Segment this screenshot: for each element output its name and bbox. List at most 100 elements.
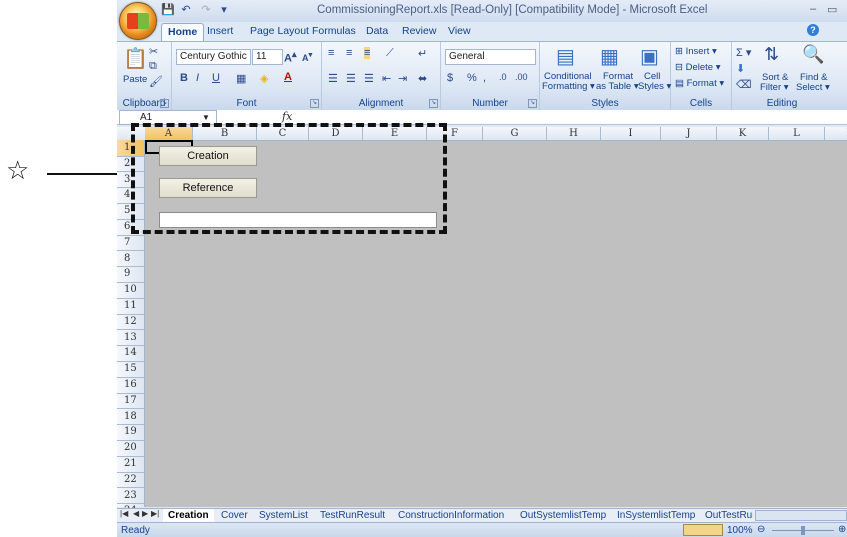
wrap-text-icon[interactable]: ↵: [418, 47, 427, 60]
row-header-22[interactable]: 22: [117, 472, 144, 489]
cell-styles-icon[interactable]: ▣: [640, 44, 659, 69]
italic-icon[interactable]: I: [196, 72, 199, 84]
format-cells-button[interactable]: ▤ Format ▾: [675, 78, 724, 89]
row-header-17[interactable]: 17: [117, 393, 144, 410]
paste-button[interactable]: Paste: [123, 74, 147, 85]
column-header-j[interactable]: J: [661, 127, 717, 140]
row-header-9[interactable]: 9: [117, 266, 144, 283]
horizontal-scrollbar[interactable]: [755, 510, 847, 521]
row-header-13[interactable]: 13: [117, 330, 144, 347]
last-sheet-icon[interactable]: ▶|: [151, 509, 159, 518]
row-header-12[interactable]: 12: [117, 314, 144, 331]
grow-font-icon[interactable]: A▴: [284, 49, 297, 65]
minimize-icon[interactable]: –: [810, 3, 816, 15]
row-header-20[interactable]: 20: [117, 440, 144, 457]
copy-icon[interactable]: ⧉: [149, 60, 157, 73]
redo-icon[interactable]: ↷: [199, 3, 213, 17]
row-header-23[interactable]: 23: [117, 488, 144, 505]
bold-icon[interactable]: B: [180, 72, 188, 84]
number-format-dropdown[interactable]: General: [445, 49, 536, 65]
tab-data[interactable]: Data: [366, 25, 388, 37]
sort-filter-icon[interactable]: ⇅: [764, 44, 779, 65]
font-launcher-icon[interactable]: ↘: [310, 99, 319, 108]
row-header-8[interactable]: 8: [117, 251, 144, 268]
tab-view[interactable]: View: [448, 25, 471, 37]
conditional-formatting-button-line2[interactable]: Formatting ▾: [542, 81, 595, 92]
sheet-tab-insystemlisttemp[interactable]: InSystemlistTemp: [617, 509, 695, 522]
borders-icon[interactable]: ▦: [236, 72, 246, 85]
row-header-21[interactable]: 21: [117, 456, 144, 473]
sheet-tab-systemlist[interactable]: SystemList: [259, 509, 308, 522]
font-size-dropdown[interactable]: 11: [252, 49, 283, 65]
row-header-15[interactable]: 15: [117, 361, 144, 378]
merge-center-icon[interactable]: ⬌: [418, 72, 427, 85]
paste-icon[interactable]: 📋: [123, 46, 148, 71]
align-right-icon[interactable]: ☰: [364, 72, 374, 85]
row-header-16[interactable]: 16: [117, 377, 144, 394]
currency-icon[interactable]: $: [447, 72, 453, 84]
sheet-tab-cover[interactable]: Cover: [221, 509, 248, 522]
sort-filter-button-line2[interactable]: Filter ▾: [760, 82, 789, 93]
autosum-icon[interactable]: Σ ▾: [736, 46, 751, 59]
next-sheet-icon[interactable]: ▶: [142, 509, 148, 518]
clear-icon[interactable]: ⌫: [736, 78, 752, 91]
fill-icon[interactable]: ⬇: [736, 62, 745, 75]
decrease-decimal-icon[interactable]: .00: [515, 72, 528, 82]
row-header-7[interactable]: 7: [117, 235, 144, 252]
font-family-dropdown[interactable]: Century Gothic: [176, 49, 251, 65]
sheet-tab-outtestrunte[interactable]: OutTestRunTe: [705, 509, 753, 522]
align-bottom-icon[interactable]: ≡: [364, 47, 371, 59]
increase-decimal-icon[interactable]: .0: [499, 72, 507, 82]
insert-function-icon[interactable]: fx: [282, 110, 292, 123]
alignment-launcher-icon[interactable]: ↘: [429, 99, 438, 108]
conditional-formatting-icon[interactable]: ▤: [556, 44, 575, 69]
row-header-14[interactable]: 14: [117, 345, 144, 362]
help-icon[interactable]: ?: [807, 24, 819, 36]
align-top-icon[interactable]: ≡: [328, 47, 334, 59]
sheet-tab-creation[interactable]: Creation: [163, 509, 214, 522]
underline-icon[interactable]: U: [212, 72, 220, 84]
align-left-icon[interactable]: ☰: [328, 72, 338, 85]
qat-customize-icon[interactable]: ▾: [217, 3, 231, 17]
orientation-icon[interactable]: ⟋: [386, 47, 394, 60]
zoom-out-icon[interactable]: ⊖: [757, 524, 765, 535]
align-center-icon[interactable]: ☰: [346, 72, 356, 85]
increase-indent-icon[interactable]: ⇥: [398, 72, 407, 85]
column-header-h[interactable]: H: [547, 127, 601, 140]
tab-page-layout[interactable]: Page Layout: [250, 25, 309, 37]
decrease-indent-icon[interactable]: ⇤: [382, 72, 391, 85]
column-header-l[interactable]: L: [769, 127, 825, 140]
insert-cells-button[interactable]: ⊞ Insert ▾: [675, 46, 717, 57]
view-buttons[interactable]: [683, 524, 723, 536]
row-header-18[interactable]: 18: [117, 409, 144, 426]
zoom-slider-thumb[interactable]: [801, 526, 805, 535]
column-header-i[interactable]: I: [601, 127, 661, 140]
format-as-table-button-line2[interactable]: as Table ▾: [596, 81, 639, 92]
sheet-tab-constructioninformation[interactable]: ConstructionInformation: [398, 509, 504, 522]
align-middle-icon[interactable]: ≡: [346, 47, 352, 59]
font-color-icon[interactable]: A: [284, 71, 292, 83]
tab-home[interactable]: Home: [161, 23, 205, 41]
column-header-m[interactable]: M: [825, 127, 847, 140]
shrink-font-icon[interactable]: A▾: [302, 50, 312, 63]
row-header-10[interactable]: 10: [117, 282, 144, 299]
row-header-19[interactable]: 19: [117, 424, 144, 441]
first-sheet-icon[interactable]: |◀: [120, 509, 128, 518]
formula-input[interactable]: [297, 110, 845, 123]
percent-icon[interactable]: %: [467, 72, 477, 84]
delete-cells-button[interactable]: ⊟ Delete ▾: [675, 62, 720, 73]
tab-review[interactable]: Review: [402, 25, 436, 37]
undo-icon[interactable]: ↶: [179, 3, 193, 17]
comma-icon[interactable]: ,: [483, 72, 486, 84]
tab-formulas[interactable]: Formulas: [312, 25, 356, 37]
cut-icon[interactable]: ✂: [149, 45, 158, 58]
prev-sheet-icon[interactable]: ◀: [133, 509, 139, 518]
cell-styles-button-line2[interactable]: Styles ▾: [638, 81, 671, 92]
sheet-tab-outsystemlisttemp[interactable]: OutSystemlistTemp: [520, 509, 606, 522]
find-select-icon[interactable]: 🔍: [802, 44, 824, 65]
tab-insert[interactable]: Insert: [207, 25, 233, 37]
column-header-g[interactable]: G: [483, 127, 547, 140]
format-as-table-icon[interactable]: ▦: [600, 44, 619, 69]
zoom-in-icon[interactable]: ⊕: [838, 524, 846, 535]
find-select-button-line2[interactable]: Select ▾: [796, 82, 830, 93]
